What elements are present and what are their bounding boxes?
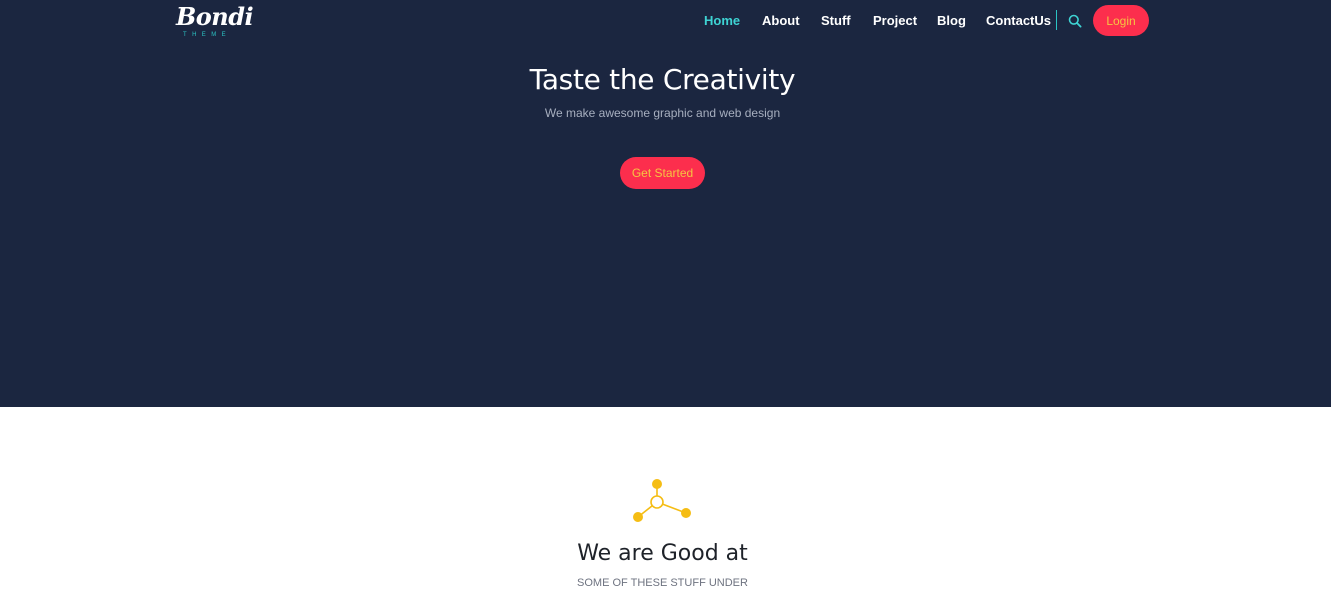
molecule-icon: [630, 476, 696, 526]
services-title: We are Good at: [577, 541, 748, 566]
login-button[interactable]: Login: [1093, 5, 1149, 36]
nav-item-about[interactable]: About: [762, 13, 800, 28]
nav-item-home[interactable]: Home: [704, 13, 740, 28]
services-subtitle: SOME OF THESE STUFF UNDER: [577, 577, 748, 589]
hero-title: Taste the Creativity: [529, 63, 796, 96]
nav-item-blog[interactable]: Blog: [937, 13, 966, 28]
hero-section: Bondi THEME Home About Stuff Project Blo…: [0, 0, 1331, 407]
nav-divider: [1056, 10, 1057, 30]
main-nav: Home About Stuff Project Blog ContactUs …: [0, 0, 1331, 42]
nav-item-contactus[interactable]: ContactUs: [986, 13, 1051, 28]
nav-item-stuff[interactable]: Stuff: [821, 13, 851, 28]
search-icon[interactable]: [1068, 13, 1082, 28]
nav-item-project[interactable]: Project: [873, 13, 917, 28]
hero-subtitle: We make awesome graphic and web design: [544, 106, 781, 120]
get-started-button[interactable]: Get Started: [620, 157, 705, 189]
